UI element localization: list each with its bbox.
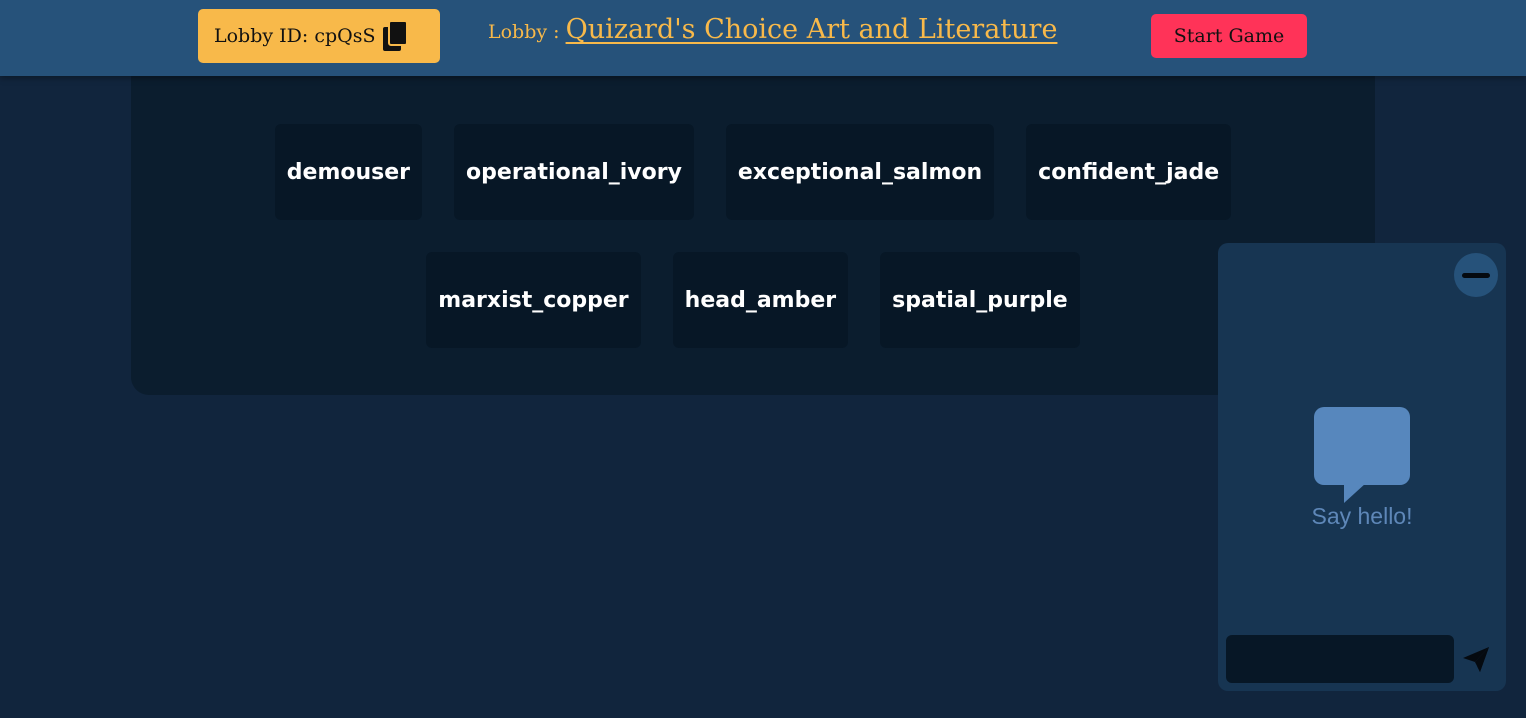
player-card: marxist_copper	[426, 252, 641, 348]
lobby-id-copy-button[interactable]: Lobby ID: cpQsS	[198, 9, 440, 63]
lobby-title: Lobby : Quizard's Choice Art and Literat…	[488, 14, 1057, 58]
minimize-icon	[1462, 272, 1490, 278]
player-card: demouser	[274, 124, 423, 220]
player-row: demouser operational_ivory exceptional_s…	[131, 124, 1375, 220]
top-bar: Lobby ID: cpQsS Lobby : Quizard's Choice…	[0, 0, 1526, 76]
lobby-id-label: Lobby ID: cpQsS	[214, 25, 376, 47]
chat-empty-text: Say hello!	[1311, 503, 1413, 529]
players-panel: demouser operational_ivory exceptional_s…	[131, 60, 1375, 395]
player-card: confident_jade	[1026, 124, 1232, 220]
lobby-name-link[interactable]: Quizard's Choice Art and Literature	[566, 14, 1058, 45]
player-card: exceptional_salmon	[725, 124, 995, 220]
player-row: marxist_copper head_amber spatial_purple	[131, 252, 1375, 348]
player-card: operational_ivory	[454, 124, 694, 220]
chat-bubble-icon	[1314, 407, 1410, 503]
chat-panel: Say hello!	[1218, 243, 1506, 691]
send-icon[interactable]	[1460, 643, 1492, 675]
minimize-button[interactable]	[1454, 253, 1498, 297]
copy-icon[interactable]	[381, 19, 411, 53]
player-card: spatial_purple	[880, 252, 1080, 348]
chat-message-input[interactable]	[1226, 635, 1454, 683]
start-game-button[interactable]: Start Game	[1151, 14, 1307, 58]
player-card: head_amber	[672, 252, 849, 348]
lobby-prefix: Lobby :	[488, 21, 560, 43]
chat-empty-state: Say hello!	[1218, 407, 1506, 530]
